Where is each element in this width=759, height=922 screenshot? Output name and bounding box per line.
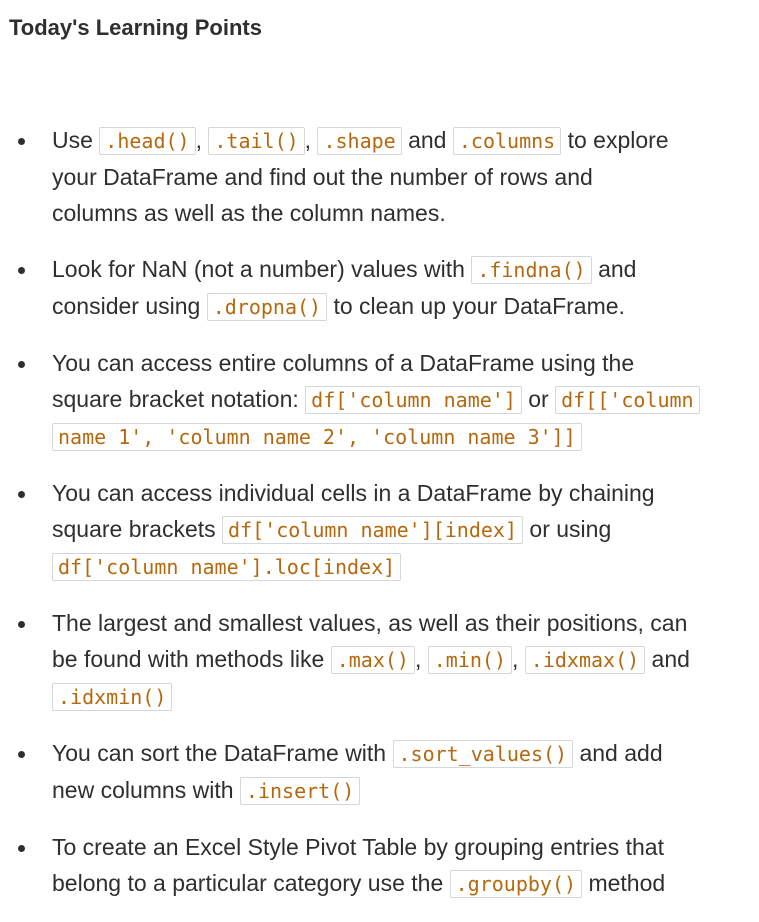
point-line: name 1', 'column name 2', 'column name 3… xyxy=(52,418,753,455)
point-text: and xyxy=(401,127,453,153)
point-line: To create an Excel Style Pivot Table by … xyxy=(52,829,753,865)
inline-code: .idxmax() xyxy=(524,646,646,674)
point-line: belong to a particular category use the … xyxy=(52,865,753,902)
inline-code: .columns xyxy=(452,127,562,155)
point-line: columns as well as the column names. xyxy=(52,195,753,231)
point-line: Use .head(), .tail(), .shape and .column… xyxy=(52,122,753,159)
learning-point: Use .head(), .tail(), .shape and .column… xyxy=(0,122,759,231)
learning-point: You can sort the DataFrame with .sort_va… xyxy=(0,735,759,809)
point-text: The largest and smallest values, as well… xyxy=(52,610,688,636)
inline-code: .findna() xyxy=(471,256,592,284)
point-text: to clean up your DataFrame. xyxy=(327,293,625,319)
point-line: your DataFrame and find out the number o… xyxy=(52,159,753,195)
point-text: belong to a particular category use the xyxy=(52,870,450,896)
learning-point: The largest and smallest values, as well… xyxy=(0,605,759,715)
inline-code: df['column name'][index] xyxy=(222,516,524,544)
inline-code: .tail() xyxy=(208,127,305,155)
point-line: You can access entire columns of a DataF… xyxy=(52,345,753,381)
learning-point: You can access entire columns of a DataF… xyxy=(0,345,759,455)
inline-code: df['column name'].loc[index] xyxy=(52,553,402,581)
point-text: columns as well as the column names. xyxy=(52,200,446,226)
point-line: be found with methods like .max(), .min(… xyxy=(52,641,753,678)
point-text: Look for NaN (not a number) values with xyxy=(52,256,472,282)
point-line: df['column name'].loc[index] xyxy=(52,548,753,585)
point-text: or xyxy=(521,386,556,412)
point-text: Use xyxy=(52,127,100,153)
learning-point: You can access individual cells in a Dat… xyxy=(0,475,759,585)
point-text: and xyxy=(645,646,690,672)
point-line: The largest and smallest values, as well… xyxy=(52,605,753,641)
point-text: your DataFrame and find out the number o… xyxy=(52,164,593,190)
page-title: Today's Learning Points xyxy=(9,15,262,40)
point-text: , xyxy=(512,646,525,672)
inline-code: .sort_values() xyxy=(392,740,574,768)
point-text: method xyxy=(582,870,666,896)
point-text: You can access individual cells in a Dat… xyxy=(52,480,655,506)
point-text: consider using xyxy=(52,293,207,319)
inline-code: .groupby() xyxy=(449,870,583,898)
point-line: You can access individual cells in a Dat… xyxy=(52,475,753,511)
point-line: .idxmin() xyxy=(52,678,753,715)
inline-code: .max() xyxy=(330,646,415,674)
point-text: new columns with xyxy=(52,777,240,803)
point-line: square bracket notation: df['column name… xyxy=(52,381,753,418)
inline-code: .head() xyxy=(99,127,196,155)
inline-code: df[['column xyxy=(555,386,700,414)
point-text: You can access entire columns of a DataF… xyxy=(52,350,635,376)
point-text: You can sort the DataFrame with xyxy=(52,740,393,766)
point-line: Look for NaN (not a number) values with … xyxy=(52,251,753,288)
point-text: , xyxy=(304,127,318,153)
point-line: You can sort the DataFrame with .sort_va… xyxy=(52,735,753,772)
learning-points-list: Use .head(), .tail(), .shape and .column… xyxy=(0,122,759,922)
inline-code: .min() xyxy=(427,646,512,674)
inline-code: .insert() xyxy=(239,777,361,805)
point-text: or using xyxy=(523,516,612,542)
point-text: To create an Excel Style Pivot Table by … xyxy=(52,834,664,860)
inline-code: .idxmin() xyxy=(52,683,173,711)
point-line: consider using .dropna() to clean up you… xyxy=(52,288,753,325)
point-text: square brackets xyxy=(52,516,223,542)
inline-code: name 1', 'column name 2', 'column name 3… xyxy=(52,423,582,451)
point-text: square bracket notation: xyxy=(52,386,306,412)
point-line: new columns with .insert() xyxy=(52,772,753,809)
inline-code: .dropna() xyxy=(206,293,328,321)
learning-point: To create an Excel Style Pivot Table by … xyxy=(0,829,759,902)
learning-point: Look for NaN (not a number) values with … xyxy=(0,251,759,325)
point-text: be found with methods like xyxy=(52,646,331,672)
point-text: and xyxy=(591,256,637,282)
point-text: , xyxy=(195,127,209,153)
point-text: and add xyxy=(573,740,663,766)
point-text: , xyxy=(414,646,428,672)
inline-code: df['column name'] xyxy=(305,386,522,414)
inline-code: .shape xyxy=(317,127,402,155)
point-line: square brackets df['column name'][index]… xyxy=(52,511,753,548)
point-text: to explore xyxy=(561,127,669,153)
